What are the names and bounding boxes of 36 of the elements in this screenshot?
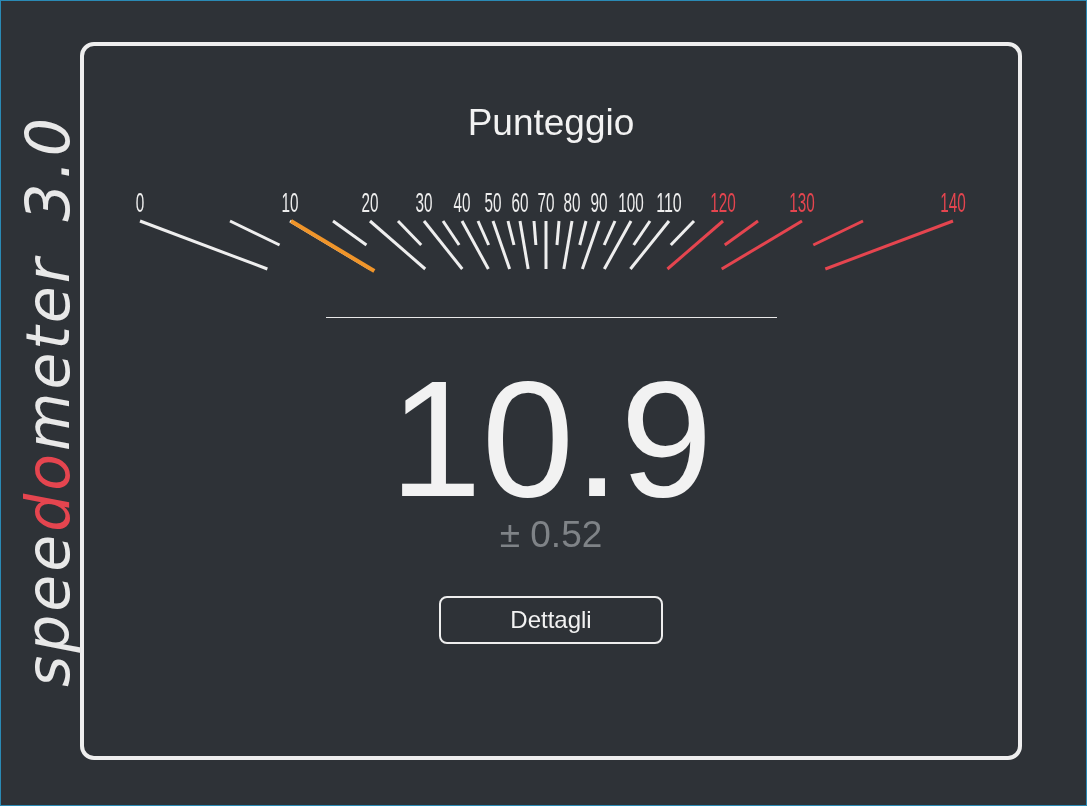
scale-label: 40 (453, 188, 484, 218)
major-tick (460, 220, 490, 270)
minor-tick (669, 219, 696, 247)
scale-label: 130 (789, 188, 835, 218)
card-title: Punteggio (467, 102, 635, 144)
minor-tick (555, 220, 561, 246)
major-tick (562, 220, 574, 270)
major-tick (491, 220, 512, 270)
scale-label: 30 (415, 188, 446, 218)
details-button[interactable]: Dettagli (439, 596, 663, 644)
scale-label: 0 (135, 188, 151, 218)
logo-wordmark: speedometer (13, 255, 83, 687)
minor-tick (532, 220, 538, 246)
major-tick (629, 220, 671, 270)
minor-tick (441, 220, 461, 246)
minor-tick (602, 220, 617, 246)
minor-tick (578, 220, 588, 246)
minor-tick (632, 220, 652, 246)
minor-tick (723, 219, 759, 247)
major-tick (603, 220, 633, 270)
minor-tick (812, 219, 864, 247)
major-tick (518, 220, 530, 270)
scale-label: 10 (281, 188, 312, 218)
minor-tick (332, 219, 368, 247)
minor-tick (396, 219, 423, 247)
minor-tick (476, 220, 491, 246)
scale-label: 140 (940, 188, 986, 218)
minor-tick (229, 219, 281, 247)
scale-label: 20 (361, 188, 392, 218)
minor-tick (506, 220, 516, 246)
major-tick (544, 221, 548, 269)
logo-version: 3.0 (13, 114, 83, 222)
scale-label: 120 (710, 188, 756, 218)
major-tick (422, 220, 464, 270)
major-tick (580, 220, 601, 270)
scale-label: 110 (656, 188, 700, 218)
